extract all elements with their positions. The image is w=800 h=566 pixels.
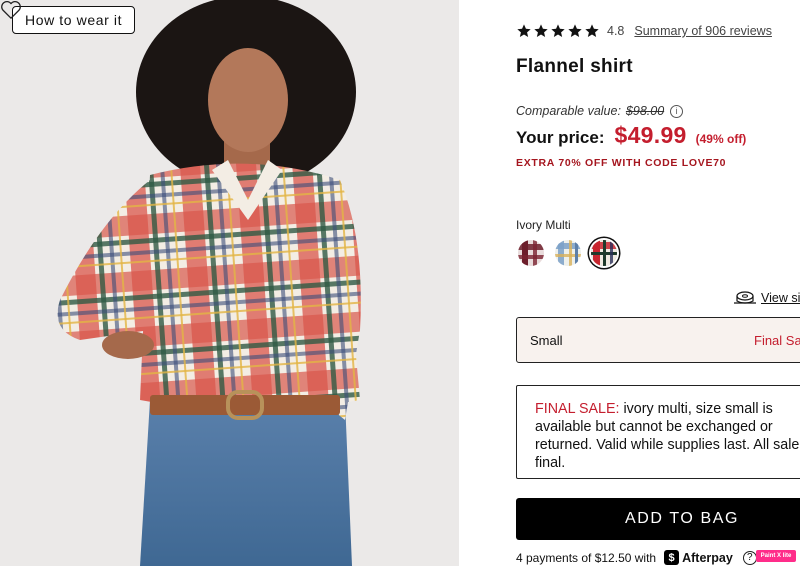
star-icon xyxy=(568,24,582,37)
final-sale-notice: FINAL SALE: ivory multi, size small is a… xyxy=(516,385,800,479)
extension-badge[interactable]: Paint X lite xyxy=(756,550,796,562)
selected-size: Small xyxy=(530,333,563,348)
heart-outline-icon[interactable] xyxy=(0,0,22,20)
help-icon[interactable]: ? xyxy=(742,550,757,565)
info-icon[interactable]: i xyxy=(670,104,684,118)
product-details: 4.8 Summary of 906 reviews Flannel shirt… xyxy=(459,0,800,566)
how-to-wear-button[interactable]: How to wear it xyxy=(12,6,136,34)
swatch-burgundy-plaid[interactable] xyxy=(518,240,544,266)
dollar-icon: $ xyxy=(664,550,680,565)
size-guide-label[interactable]: View siz xyxy=(761,291,800,305)
final-sale-prefix: FINAL SALE: xyxy=(535,401,620,417)
final-sale-text: FINAL SALE: ivory multi, size small is a… xyxy=(535,400,800,472)
star-icon xyxy=(551,24,565,37)
sale-price: $49.99 xyxy=(614,122,687,148)
reviews-link[interactable]: Summary of 906 reviews xyxy=(634,24,772,38)
product-title: Flannel shirt xyxy=(516,56,633,77)
afterpay-info: 4 payments of $12.50 with $ Afterpay ? xyxy=(516,550,757,565)
rating-summary: 4.8 Summary of 906 reviews xyxy=(516,23,772,39)
discount-percent: (49% off) xyxy=(695,132,747,146)
your-price-label: Your price: xyxy=(516,128,605,147)
measuring-tape-icon xyxy=(734,291,756,304)
swatch-blue-plaid[interactable] xyxy=(555,240,581,266)
add-to-bag-button[interactable]: ADD TO BAG xyxy=(516,498,800,540)
afterpay-logo: $ Afterpay xyxy=(664,550,733,565)
comparable-price: $98.00 xyxy=(625,104,665,118)
selected-color-name: Ivory Multi xyxy=(516,218,571,232)
price-row: Your price: $49.99 (49% off) xyxy=(516,122,746,149)
star-icon xyxy=(585,24,599,37)
model-photo xyxy=(0,0,459,566)
product-image[interactable]: How to wear it xyxy=(0,0,459,566)
comparable-value: Comparable value: $98.00 i xyxy=(516,104,684,118)
promo-code-text: EXTRA 70% OFF WITH CODE LOVE70 xyxy=(516,157,727,169)
star-icon xyxy=(517,24,531,37)
afterpay-text: 4 payments of $12.50 with xyxy=(516,550,657,565)
size-status: Final Sale xyxy=(754,333,800,348)
size-guide-link[interactable]: View siz xyxy=(733,290,800,306)
swatch-ivory-multi[interactable] xyxy=(591,240,617,266)
comparable-label: Comparable value: xyxy=(516,104,621,118)
rating-stars xyxy=(516,23,600,39)
afterpay-brand: Afterpay xyxy=(682,550,733,565)
rating-value: 4.8 xyxy=(607,24,625,38)
star-icon xyxy=(534,24,548,37)
size-selector[interactable]: Small Final Sale xyxy=(516,317,800,363)
